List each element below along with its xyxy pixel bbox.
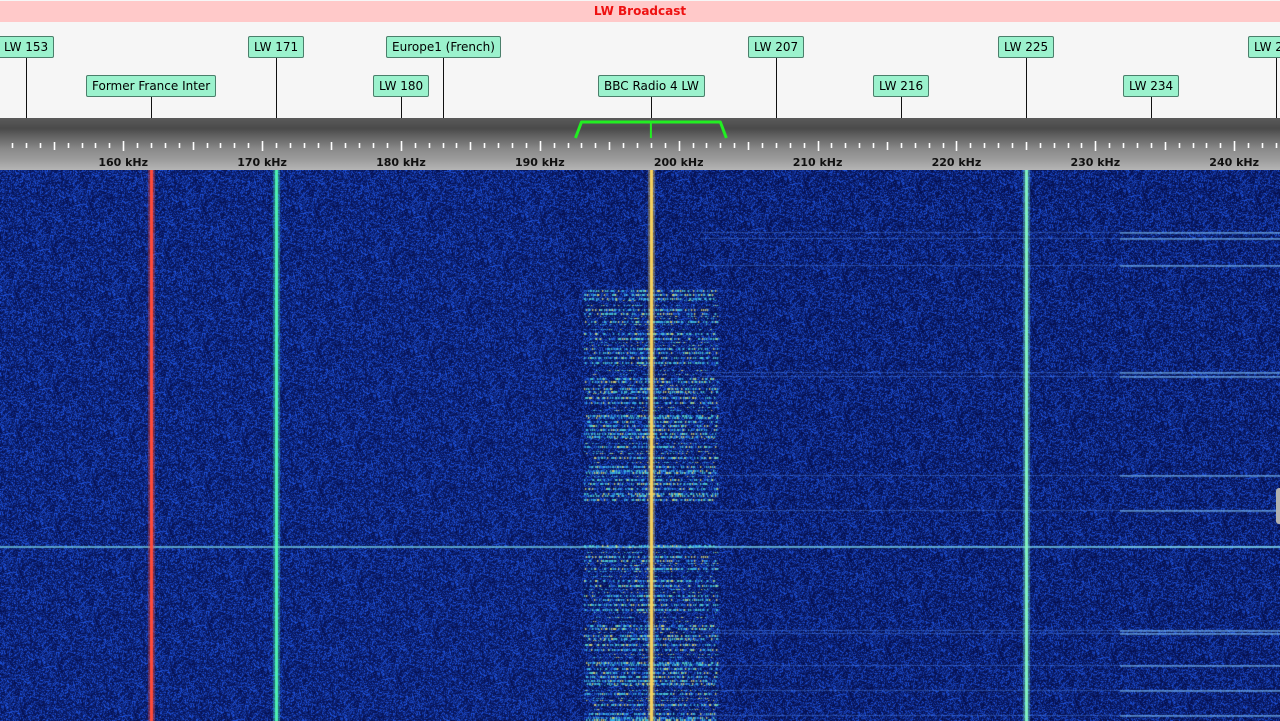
station-marker-line	[401, 96, 402, 118]
station-marker-line	[1151, 96, 1152, 118]
station-marker-line	[443, 57, 444, 118]
station-label[interactable]: Europe1 (French)	[386, 36, 501, 58]
frequency-scale-graphic[interactable]: 160 kHz 170 kHz 180 kHz 190 kHz 200 kHz 210 k…	[0, 118, 1280, 170]
scale-label: 160 kHz	[98, 156, 148, 169]
station-marker-line	[1276, 57, 1277, 118]
station-marker-line	[276, 57, 277, 118]
band-bar: LW Broadcast	[0, 0, 1280, 24]
station-label[interactable]: LW 153	[0, 36, 55, 58]
scale-label: 180 kHz	[376, 156, 426, 169]
station-marker-line	[1026, 57, 1027, 118]
station-label[interactable]: Former France Inter	[86, 75, 217, 97]
station-label[interactable]: LW 216	[873, 75, 930, 97]
waterfall-canvas[interactable]	[0, 170, 1280, 721]
resize-handle[interactable]	[1276, 488, 1280, 524]
station-label[interactable]: LW 225	[998, 36, 1055, 58]
station-marker-line	[151, 96, 152, 118]
station-marker-line	[901, 96, 902, 118]
band-name[interactable]: LW Broadcast	[0, 1, 1280, 22]
station-label[interactable]: LW 171	[248, 36, 305, 58]
station-label[interactable]: LW 207	[748, 36, 805, 58]
waterfall-display[interactable]	[0, 170, 1280, 721]
scale-label: 240 kHz	[1209, 156, 1259, 169]
station-marker-line	[26, 57, 27, 118]
websdr-window: LW Broadcast LW 153 LW 171 Europe1 (French…	[0, 0, 1280, 721]
frequency-scale[interactable]: 160 kHz 170 kHz 180 kHz 190 kHz 200 kHz 210 k…	[0, 118, 1280, 170]
scale-label: 190 kHz	[515, 156, 565, 169]
station-labels-area: LW 153 LW 171 Europe1 (French) LW 207 LW 225…	[0, 24, 1280, 118]
station-marker-line	[651, 96, 652, 118]
station-label[interactable]: LW 243	[1248, 36, 1280, 58]
scale-label: 170 kHz	[237, 156, 287, 169]
scale-label: 220 kHz	[932, 156, 982, 169]
scale-label: 210 kHz	[793, 156, 843, 169]
station-marker-line	[776, 57, 777, 118]
scale-label: 200 kHz	[654, 156, 704, 169]
station-label[interactable]: LW 234	[1123, 75, 1180, 97]
station-label[interactable]: LW 180	[373, 75, 430, 97]
station-label[interactable]: BBC Radio 4 LW	[598, 75, 705, 97]
scale-label: 230 kHz	[1070, 156, 1120, 169]
